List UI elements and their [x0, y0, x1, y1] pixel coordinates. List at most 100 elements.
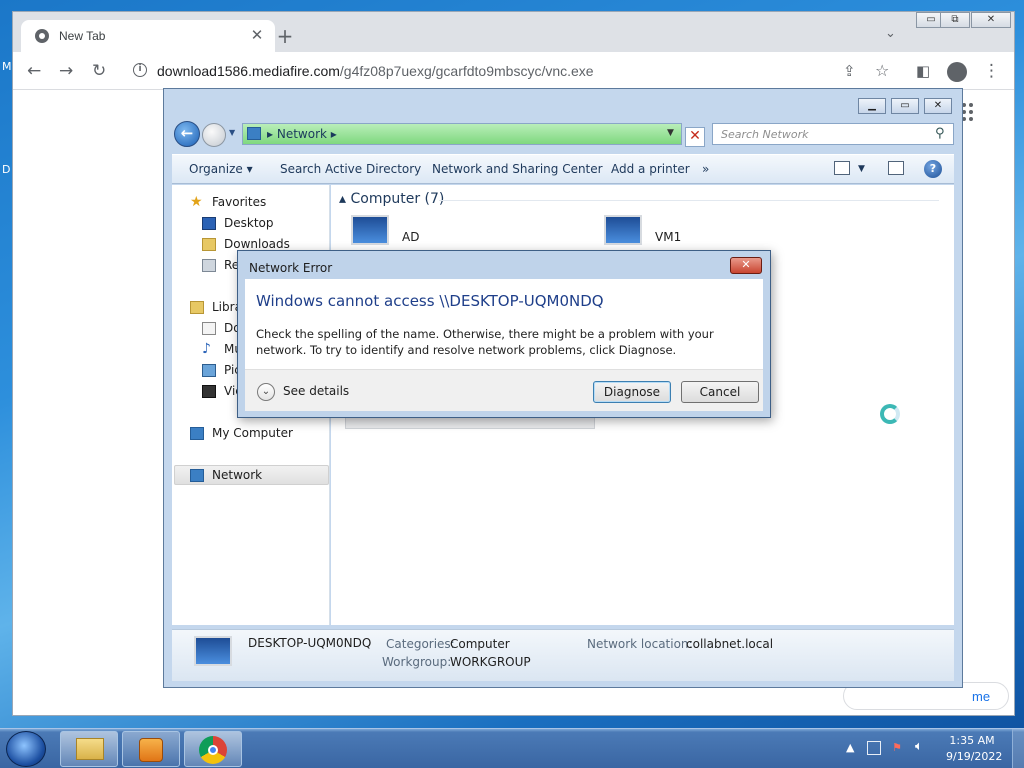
view-dropdown-icon[interactable]: ▼: [858, 164, 865, 174]
side-panel-icon[interactable]: ◧: [916, 61, 930, 81]
dialog-close-button[interactable]: ✕: [730, 257, 762, 274]
explorer-address-bar[interactable]: ▸ Network ▸ ▼ ✕: [242, 123, 705, 147]
address-dropdown-icon[interactable]: ▼: [667, 128, 674, 138]
diagnose-button[interactable]: Diagnose: [593, 381, 671, 403]
taskbar-explorer-button[interactable]: [60, 731, 118, 767]
help-icon[interactable]: ?: [924, 160, 942, 178]
details-workgroup-value: WORKGROUP: [450, 655, 531, 669]
back-arrow-icon[interactable]: ←: [27, 61, 41, 81]
cancel-button[interactable]: Cancel: [681, 381, 759, 403]
url-host: download1586.mediafire.com: [157, 63, 340, 79]
command-bar: Organize ▾ Search Active Directory Netwo…: [172, 154, 954, 184]
explorer-close-button[interactable]: ✕: [924, 98, 952, 114]
search-network-input[interactable]: Search Network ⚲: [712, 123, 954, 145]
tab-search-chevron-icon[interactable]: ⌄: [885, 26, 896, 41]
organize-button[interactable]: Organize ▾: [189, 162, 253, 176]
videos-icon: [202, 385, 216, 398]
show-desktop-button[interactable]: [1012, 729, 1024, 768]
details-categories-value: Computer: [450, 637, 510, 651]
show-hidden-icons-icon[interactable]: ▲: [846, 741, 854, 754]
chrome-icon-center: [208, 745, 218, 755]
computer-vm1-label[interactable]: VM1: [655, 230, 681, 244]
expand-details-chevron-icon[interactable]: ⌄: [257, 383, 275, 401]
details-netloc-value: collabnet.local: [686, 637, 774, 651]
url-text[interactable]: download1586.mediafire.com/g4fz08p7uexg/…: [157, 63, 594, 79]
forward-button-icon[interactable]: [202, 123, 226, 147]
chrome-toolbar: ← → ↻ i download1586.mediafire.com/g4fz0…: [13, 52, 1014, 90]
explorer-folder-icon: [76, 738, 104, 760]
stop-loading-icon[interactable]: ✕: [685, 127, 705, 147]
action-center-flag-icon[interactable]: ⚑: [892, 741, 902, 754]
libraries-icon: [190, 301, 204, 314]
reload-icon[interactable]: ↻: [92, 61, 106, 81]
media-player-icon: [139, 738, 163, 762]
search-active-directory-button[interactable]: Search Active Directory: [280, 162, 421, 176]
details-computer-icon: [194, 636, 232, 666]
desktop-icon-label-fragment: M: [2, 60, 12, 73]
dialog-footer: ⌄ See details Diagnose Cancel: [245, 369, 763, 411]
dialog-heading: Windows cannot access \\DESKTOP-UQM0NDQ: [256, 292, 604, 310]
chrome-menu-icon[interactable]: ⋮: [983, 61, 1000, 81]
new-tab-icon[interactable]: +: [275, 26, 295, 46]
add-printer-button[interactable]: Add a printer: [611, 162, 690, 176]
downloads-folder-icon: [202, 238, 216, 251]
pictures-icon: [202, 364, 216, 377]
search-placeholder: Search Network: [721, 128, 809, 141]
dialog-message: Check the spelling of the name. Otherwis…: [256, 327, 714, 357]
change-view-icon[interactable]: [834, 161, 850, 175]
chrome-close-button[interactable]: ✕: [971, 12, 1011, 28]
computer-ad-label[interactable]: AD: [402, 230, 419, 244]
clock-time: 1:35 AM: [949, 734, 995, 747]
taskbar: ▲ ⚑ 🔈︎ 1:35 AM 9/19/2022: [0, 728, 1024, 768]
details-pane: DESKTOP-UQM0NDQ Categories: Computer Wor…: [172, 629, 954, 681]
system-clock[interactable]: 1:35 AM 9/19/2022: [946, 733, 1002, 765]
group-header-computer[interactable]: ▴ Computer (7): [339, 191, 444, 207]
share-icon[interactable]: ⇪: [843, 61, 856, 81]
network-sharing-center-button[interactable]: Network and Sharing Center: [432, 162, 603, 176]
music-icon: ♪: [202, 341, 211, 357]
forward-arrow-icon[interactable]: →: [59, 61, 73, 81]
tree-label: Favorites: [212, 195, 267, 209]
address-bar[interactable]: i download1586.mediafire.com/g4fz08p7uex…: [125, 57, 885, 85]
tab-new-tab[interactable]: New Tab ✕: [21, 20, 275, 52]
computer-vm1-icon[interactable]: [604, 215, 642, 245]
breadcrumb-network[interactable]: Network: [277, 127, 327, 141]
tab-strip: New Tab ✕ + ⌄ ▭ ⧉ ✕: [13, 12, 1014, 52]
search-icon[interactable]: ⚲: [935, 126, 945, 141]
address-breadcrumb[interactable]: ▸ Network ▸: [267, 127, 337, 141]
recent-pages-dropdown-icon[interactable]: ▼: [229, 128, 235, 137]
see-details-toggle[interactable]: See details: [283, 384, 349, 398]
taskbar-media-player-button[interactable]: [122, 731, 180, 767]
explorer-restore-button[interactable]: ▭: [891, 98, 919, 114]
site-info-icon[interactable]: i: [133, 63, 147, 77]
network-tray-icon[interactable]: [867, 741, 881, 755]
network-error-dialog: Network Error ✕ Windows cannot access \\…: [237, 250, 771, 418]
chrome-restore-button[interactable]: ⧉: [940, 12, 970, 28]
tab-close-icon[interactable]: ✕: [247, 25, 267, 45]
network-folder-icon: [247, 127, 261, 140]
dialog-title: Network Error: [249, 261, 333, 275]
chrome-favicon-icon: [35, 29, 49, 43]
busy-spinner-icon: [880, 404, 900, 424]
details-computer-name: DESKTOP-UQM0NDQ: [248, 636, 372, 650]
preview-pane-icon[interactable]: [888, 161, 904, 175]
ntp-pill-label: me: [972, 689, 991, 704]
desktop-icon-label-fragment: D: [2, 163, 11, 176]
bookmark-star-icon[interactable]: ☆: [875, 61, 889, 81]
taskbar-chrome-button[interactable]: [184, 731, 242, 767]
tab-title: New Tab: [59, 29, 106, 43]
explorer-minimize-button[interactable]: ▁: [858, 98, 886, 114]
tree-label: Network: [212, 468, 263, 482]
profile-avatar-icon[interactable]: [947, 62, 967, 82]
tree-label: Downloads: [224, 237, 290, 251]
group-header-label: Computer (7): [350, 191, 445, 207]
dialog-body: Windows cannot access \\DESKTOP-UQM0NDQ …: [245, 279, 763, 369]
details-categories-label: Categories:: [386, 637, 455, 651]
details-netloc-label: Network location:: [587, 637, 693, 651]
start-button-icon[interactable]: [6, 731, 46, 767]
back-button-icon[interactable]: ←: [174, 121, 200, 147]
volume-icon[interactable]: 🔈︎: [915, 739, 923, 754]
computer-ad-icon[interactable]: [351, 215, 389, 245]
desktop-icon: [202, 217, 216, 230]
more-commands-button[interactable]: »: [702, 162, 709, 176]
